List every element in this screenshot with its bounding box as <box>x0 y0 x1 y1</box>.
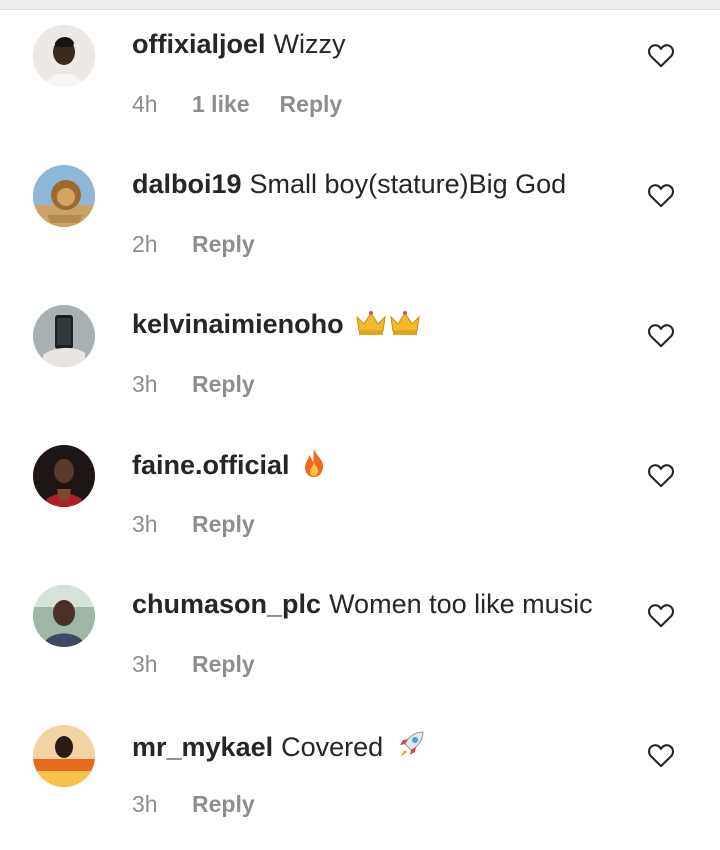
avatar[interactable] <box>33 445 95 507</box>
comment-line: chumason_plc Women too like music <box>132 588 593 620</box>
comment-username[interactable]: dalboi19 <box>132 169 242 199</box>
fire-emoji <box>301 448 327 485</box>
comment-time: 3h <box>132 791 158 817</box>
comment-line: dalboi19 Small boy(stature)Big God <box>132 168 566 200</box>
heart-icon[interactable] <box>647 322 675 348</box>
comment-username[interactable]: kelvinaimienoho <box>132 309 344 339</box>
reply-button[interactable]: Reply <box>280 91 343 117</box>
heart-icon[interactable] <box>647 602 675 628</box>
avatar[interactable] <box>33 165 95 227</box>
avatar[interactable] <box>33 585 95 647</box>
comment-time: 2h <box>132 231 158 257</box>
comment-item: faine.official 3h Reply <box>0 430 720 570</box>
comment-item: dalboi19 Small boy(stature)Big God 2h Repl… <box>0 150 720 290</box>
comment-item: kelvinaimienoho 3h Reply <box>0 290 720 430</box>
comment-username[interactable]: mr_mykael <box>132 732 273 762</box>
comment-line: mr_mykael Covered <box>132 728 427 767</box>
comment-username[interactable]: offixialjoel <box>132 29 266 59</box>
comment-line: faine.official <box>132 448 327 485</box>
reply-button[interactable]: Reply <box>192 371 255 397</box>
comment-meta: 4h 1 like Reply <box>132 90 342 118</box>
reply-button[interactable]: Reply <box>192 651 255 677</box>
comment-item: chumason_plc Women too like music 3h Reply <box>0 570 720 710</box>
comment-item: offixialjoel Wizzy 4h 1 like Reply <box>0 10 720 150</box>
heart-icon[interactable] <box>647 42 675 68</box>
comment-meta: 2h Reply <box>132 230 255 258</box>
comment-line: kelvinaimienoho <box>132 308 421 344</box>
comment-line: offixialjoel Wizzy <box>132 28 346 60</box>
comment-time: 3h <box>132 371 158 397</box>
heart-icon[interactable] <box>647 182 675 208</box>
comment-meta: 3h Reply <box>132 510 255 538</box>
comment-meta: 3h Reply <box>132 790 255 818</box>
comment-meta: 3h Reply <box>132 370 255 398</box>
comment-meta: 3h Reply <box>132 650 255 678</box>
avatar[interactable] <box>33 25 95 87</box>
heart-icon[interactable] <box>647 742 675 768</box>
comment-likes[interactable]: 1 like <box>192 91 250 117</box>
comment-text: Women too like music <box>329 589 593 619</box>
top-divider <box>0 0 720 10</box>
comment-username[interactable]: faine.official <box>132 450 290 480</box>
comment-text: Wizzy <box>273 29 346 59</box>
avatar[interactable] <box>33 305 95 367</box>
avatar[interactable] <box>33 725 95 787</box>
crown-emoji <box>355 309 421 344</box>
reply-button[interactable]: Reply <box>192 511 255 537</box>
reply-button[interactable]: Reply <box>192 791 255 817</box>
comment-item: mr_mykael Covered 3h Reply <box>0 710 720 850</box>
comment-time: 3h <box>132 651 158 677</box>
comment-username[interactable]: chumason_plc <box>132 589 321 619</box>
comment-time: 3h <box>132 511 158 537</box>
comment-text: Small boy(stature)Big God <box>249 169 567 199</box>
heart-icon[interactable] <box>647 462 675 488</box>
rocket-emoji <box>395 728 427 767</box>
comment-time: 4h <box>132 91 158 117</box>
comment-text: Covered <box>281 732 384 762</box>
reply-button[interactable]: Reply <box>192 231 255 257</box>
